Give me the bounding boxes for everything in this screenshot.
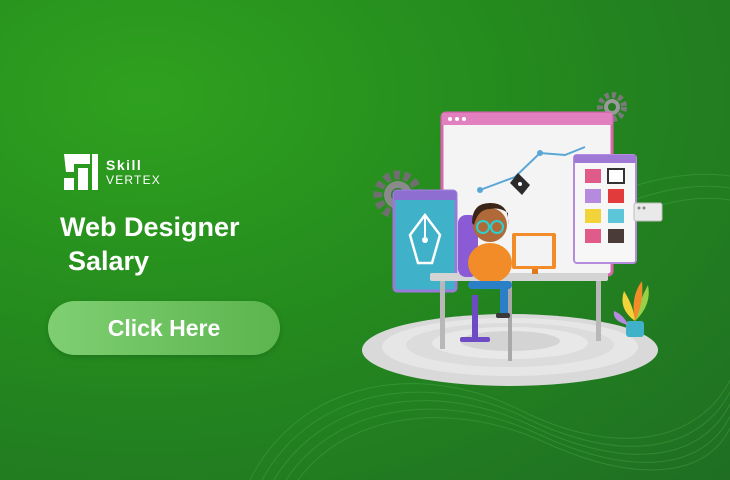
brand-name-line1: Skill: [106, 157, 143, 173]
color-palette-panel: [573, 154, 637, 264]
monitor: [512, 233, 556, 274]
title-line1: Web Designer: [60, 212, 240, 242]
brand-logo[interactable]: Skill VERTEX: [62, 152, 161, 192]
skillvertex-logo-icon: [64, 154, 98, 190]
page-title: Web Designer Salary: [60, 210, 240, 278]
brand-wordmark: Skill VERTEX: [106, 158, 161, 186]
promo-banner: Skill VERTEX Web Designer Salary Click H…: [0, 0, 730, 480]
designer-at-desk-illustration: [362, 92, 663, 386]
title-line2: Salary: [68, 246, 150, 276]
click-here-button[interactable]: Click Here: [48, 301, 280, 355]
small-window: [633, 202, 663, 222]
brand-name-line2: VERTEX: [106, 173, 161, 187]
